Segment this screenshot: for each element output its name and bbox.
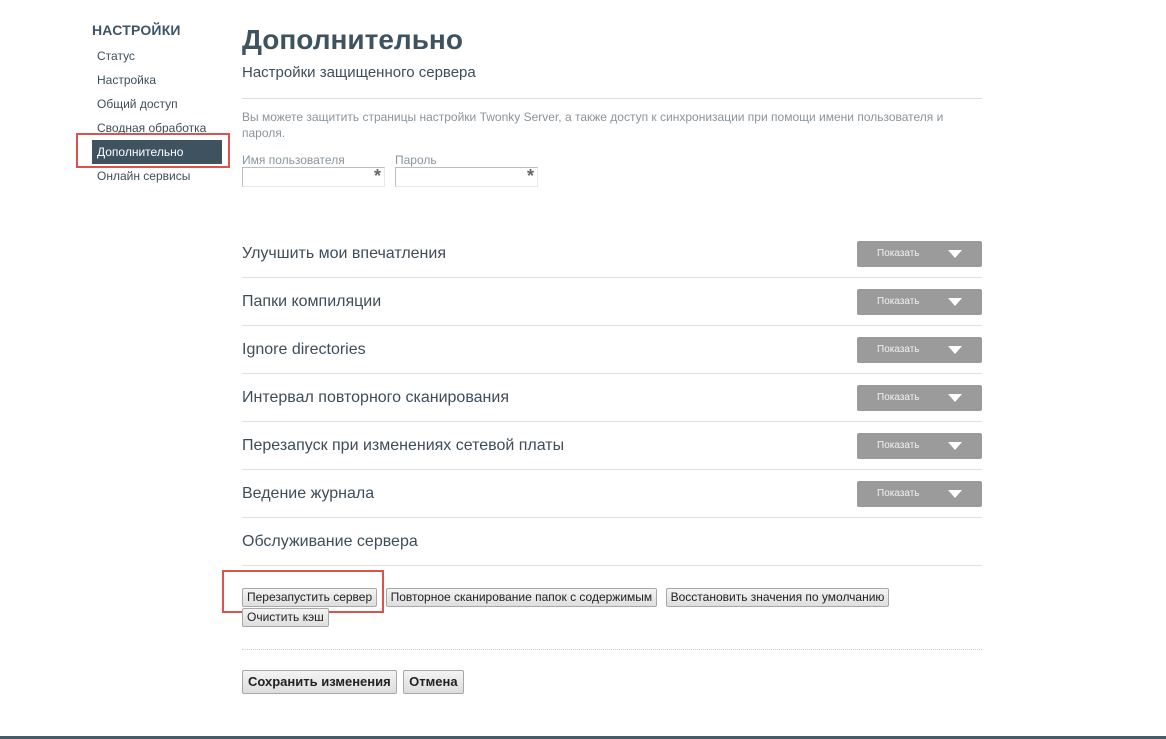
triangle-down-icon <box>948 297 962 306</box>
section-title: Улучшить мои впечатления <box>242 244 446 262</box>
sidebar-heading: НАСТРОЙКИ <box>92 22 181 38</box>
save-changes-button[interactable]: Сохранить изменения <box>242 670 397 694</box>
cancel-button[interactable]: Отмена <box>403 670 464 694</box>
divider <box>242 98 982 99</box>
form-actions: Сохранить изменения Отмена <box>242 670 982 694</box>
show-button-label: Показать <box>877 296 920 307</box>
credentials-form: Имя пользователя * Пароль * <box>242 153 982 187</box>
show-button-label: Показать <box>877 248 920 259</box>
restore-defaults-button[interactable]: Восстановить значения по умолчанию <box>665 588 890 607</box>
show-toggle-button[interactable]: Показать <box>857 336 982 363</box>
section-title: Перезапуск при изменениях сетевой платы <box>242 436 565 454</box>
username-label: Имя пользователя <box>242 153 345 167</box>
show-button-label: Показать <box>877 344 920 355</box>
rescan-folders-button[interactable]: Повторное сканирование папок с содержимы… <box>385 588 658 607</box>
page-subtitle: Настройки защищенного сервера <box>242 64 476 81</box>
section-compilation-folders: Папки компиляции Показать <box>242 278 982 326</box>
maintenance-buttons: Перезапустить сервер Повторное сканирова… <box>242 587 982 627</box>
section-title: Папки компиляции <box>242 292 382 310</box>
section-title: Ведение журнала <box>242 484 375 502</box>
triangle-down-icon <box>948 393 962 402</box>
main-content: Дополнительно Настройки защищенного серв… <box>242 22 982 694</box>
required-icon: * <box>526 166 534 186</box>
show-toggle-button[interactable]: Показать <box>857 384 982 411</box>
restart-server-button[interactable]: Перезапустить сервер <box>242 588 378 607</box>
sidebar-item-status[interactable]: Статус <box>92 44 222 68</box>
section-title: Ignore directories <box>242 340 366 358</box>
password-group: Пароль * <box>395 153 538 187</box>
password-box: * <box>395 166 538 187</box>
required-icon: * <box>373 166 381 186</box>
section-logging: Ведение журнала Показать <box>242 470 982 518</box>
triangle-down-icon <box>948 345 962 354</box>
show-button-label: Показать <box>877 488 920 499</box>
show-button-label: Показать <box>877 392 920 403</box>
sidebar-item-setup[interactable]: Настройка <box>92 68 222 92</box>
divider <box>242 649 982 650</box>
section-title: Интервал повторного сканирования <box>242 388 509 406</box>
section-rescan-interval: Интервал повторного сканирования Показат… <box>242 374 982 422</box>
sidebar-item-sharing[interactable]: Общий доступ <box>92 92 222 116</box>
page-title: Дополнительно <box>242 24 463 55</box>
section-server-maintenance: Обслуживание сервера <box>242 518 982 566</box>
username-box: * <box>242 166 385 187</box>
highlight-advanced <box>76 133 230 168</box>
triangle-down-icon <box>948 489 962 498</box>
show-toggle-button[interactable]: Показать <box>857 432 982 459</box>
clear-cache-button[interactable]: Очистить кэш <box>242 608 329 627</box>
password-label: Пароль <box>395 153 437 167</box>
security-description: Вы можете защитить страницы настройки Tw… <box>242 110 944 140</box>
triangle-down-icon <box>948 249 962 258</box>
username-group: Имя пользователя * <box>242 153 385 187</box>
show-button-label: Показать <box>877 440 920 451</box>
password-input[interactable] <box>396 168 522 186</box>
show-toggle-button[interactable]: Показать <box>857 288 982 315</box>
section-title: Обслуживание сервера <box>242 532 418 550</box>
section-improve-experience: Улучшить мои впечатления Показать <box>242 230 982 278</box>
show-toggle-button[interactable]: Показать <box>857 480 982 507</box>
triangle-down-icon <box>948 441 962 450</box>
show-toggle-button[interactable]: Показать <box>857 240 982 267</box>
section-nic-restart: Перезапуск при изменениях сетевой платы … <box>242 422 982 470</box>
section-ignore-directories: Ignore directories Показать <box>242 326 982 374</box>
username-input[interactable] <box>243 168 369 186</box>
